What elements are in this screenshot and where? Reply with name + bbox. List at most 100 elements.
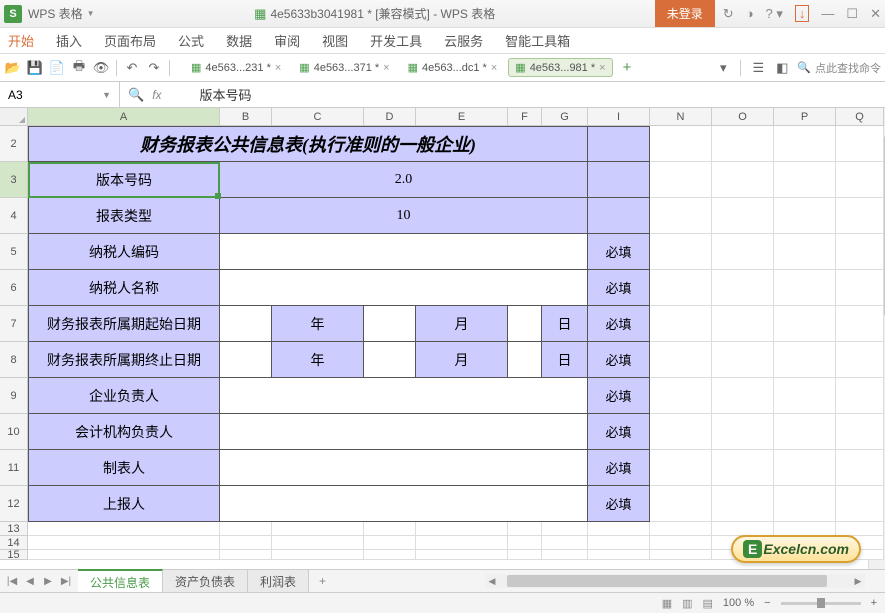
login-button[interactable]: 未登录 (655, 0, 715, 27)
zoom-knob[interactable] (817, 598, 825, 608)
cell[interactable] (774, 306, 836, 342)
sheet-tab-balance[interactable]: 资产负债表 (163, 570, 248, 593)
panel-icon[interactable]: ◧ (773, 59, 791, 77)
cell[interactable] (836, 270, 884, 306)
cell[interactable] (712, 450, 774, 486)
formula-value[interactable]: 版本号码 (200, 85, 252, 104)
cell[interactable] (588, 522, 650, 536)
cell[interactable] (650, 486, 712, 522)
close-icon[interactable]: × (275, 62, 281, 74)
cell[interactable] (220, 536, 272, 550)
column-header[interactable]: N (650, 108, 712, 126)
cell[interactable] (272, 522, 364, 536)
doc-tab-1[interactable]: ▦4e563...231 *× (184, 58, 288, 77)
zoom-slider[interactable] (781, 602, 861, 605)
cell[interactable] (774, 198, 836, 234)
column-header[interactable]: O (712, 108, 774, 126)
tab-list-icon[interactable]: ▾ (714, 59, 732, 77)
column-header[interactable]: A (28, 108, 220, 126)
row-header[interactable]: 5 (0, 234, 28, 270)
cell[interactable] (588, 198, 650, 234)
grid[interactable]: 财务报表公共信息表(执行准则的一般企业)版本号码2.0报表类型10纳税人编码必填… (28, 126, 884, 560)
cell[interactable] (220, 450, 588, 486)
prev-sheet-button[interactable]: ◀ (22, 576, 38, 587)
save-icon[interactable]: 💾 (26, 59, 44, 77)
row-header[interactable]: 6 (0, 270, 28, 306)
cell[interactable] (712, 486, 774, 522)
menu-formula[interactable]: 公式 (178, 31, 204, 50)
cell[interactable] (712, 522, 774, 536)
cell[interactable] (712, 414, 774, 450)
cell[interactable]: 月 (416, 306, 508, 342)
cell[interactable] (836, 378, 884, 414)
cell[interactable] (28, 536, 220, 550)
row-header[interactable]: 12 (0, 486, 28, 522)
column-header[interactable]: G (542, 108, 588, 126)
cell[interactable] (650, 270, 712, 306)
close-icon[interactable]: × (383, 62, 389, 74)
sync-icon[interactable]: ↻ (723, 6, 734, 22)
cell[interactable] (28, 522, 220, 536)
search-icon[interactable]: 🔍 (128, 87, 144, 103)
column-header[interactable]: F (508, 108, 542, 126)
row-header[interactable]: 10 (0, 414, 28, 450)
cell[interactable] (712, 306, 774, 342)
cell[interactable] (588, 550, 650, 560)
row-header[interactable]: 13 (0, 522, 28, 536)
cell[interactable] (712, 198, 774, 234)
cell[interactable]: 上报人 (28, 486, 220, 522)
cell[interactable] (508, 306, 542, 342)
cell[interactable] (416, 522, 508, 536)
chevron-down-icon[interactable]: ▼ (102, 90, 111, 100)
cell[interactable] (588, 536, 650, 550)
cell[interactable] (542, 550, 588, 560)
cell[interactable]: 版本号码 (28, 162, 220, 198)
cell[interactable] (650, 198, 712, 234)
cell[interactable]: 纳税人编码 (28, 234, 220, 270)
cell[interactable]: 报表类型 (28, 198, 220, 234)
cell[interactable]: 2.0 (220, 162, 588, 198)
cell[interactable] (220, 550, 272, 560)
menu-insert[interactable]: 插入 (56, 31, 82, 50)
open-icon[interactable]: 📂 (4, 59, 22, 77)
cell[interactable] (588, 126, 650, 162)
cell[interactable] (220, 270, 588, 306)
next-sheet-button[interactable]: ▶ (40, 576, 56, 587)
fx-label[interactable]: fx (152, 88, 161, 102)
cell[interactable] (220, 234, 588, 270)
view-break-icon[interactable]: ▤ (703, 597, 713, 610)
cell[interactable] (220, 522, 272, 536)
cell-reference-box[interactable]: ▼ (0, 82, 120, 107)
cell[interactable] (364, 522, 416, 536)
cell-ref-input[interactable] (8, 88, 102, 102)
cell[interactable]: 10 (220, 198, 588, 234)
cell[interactable] (220, 378, 588, 414)
cell[interactable] (774, 270, 836, 306)
column-header[interactable]: E (416, 108, 508, 126)
cell[interactable] (28, 550, 220, 560)
cell[interactable] (836, 306, 884, 342)
cell[interactable] (650, 162, 712, 198)
cell[interactable] (774, 378, 836, 414)
column-header[interactable]: Q (836, 108, 884, 126)
scroll-left-icon[interactable]: ◀ (485, 576, 499, 587)
column-header[interactable]: B (220, 108, 272, 126)
doc-tab-3[interactable]: ▦4e563...dc1 *× (401, 58, 505, 77)
row-header[interactable]: 9 (0, 378, 28, 414)
cell[interactable] (508, 536, 542, 550)
menu-start[interactable]: 开始 (8, 31, 34, 50)
cell[interactable] (650, 378, 712, 414)
cell[interactable] (650, 450, 712, 486)
cell[interactable] (836, 522, 884, 536)
menu-data[interactable]: 数据 (226, 31, 252, 50)
cell[interactable] (774, 342, 836, 378)
export-icon[interactable]: 📄 (48, 59, 66, 77)
cell[interactable]: 必填 (588, 306, 650, 342)
cell[interactable] (650, 126, 712, 162)
cell[interactable] (712, 234, 774, 270)
help-icon[interactable]: ? ▾ (766, 6, 783, 22)
menu-smarttools[interactable]: 智能工具箱 (505, 31, 570, 50)
cell[interactable]: 年 (272, 342, 364, 378)
row-header[interactable]: 7 (0, 306, 28, 342)
cell[interactable] (220, 342, 272, 378)
